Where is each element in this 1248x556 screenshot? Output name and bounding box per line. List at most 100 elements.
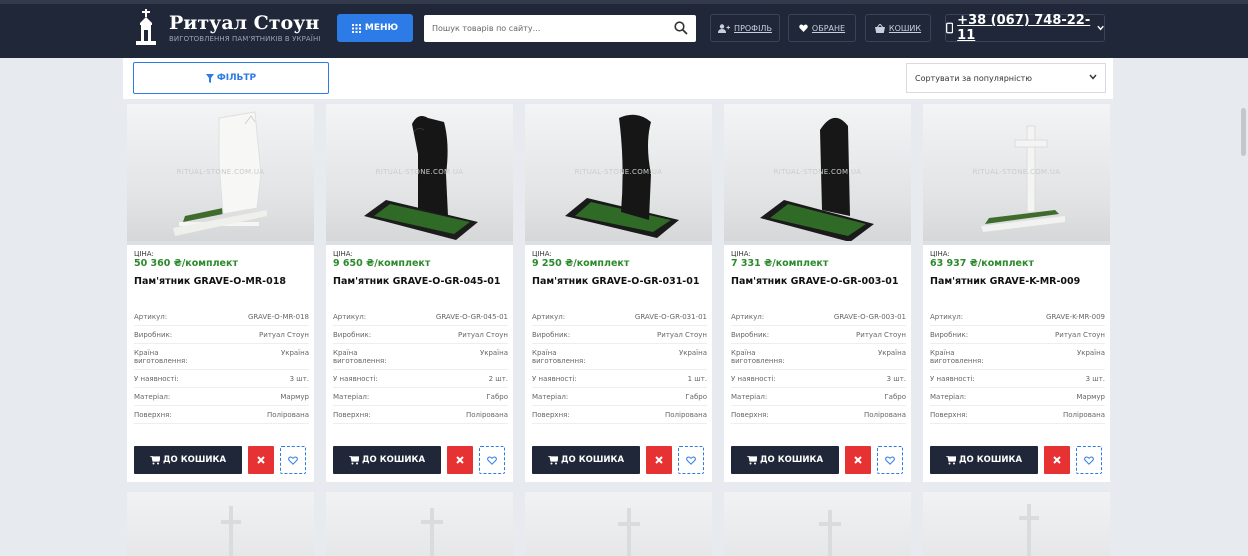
spec-key: Країна виготовлення:: [930, 349, 984, 365]
cross-monument-image: [221, 506, 241, 556]
add-to-cart-button[interactable]: ДО КОШИКА: [532, 446, 640, 474]
spec-key: У наявності:: [333, 375, 378, 383]
product-image[interactable]: RITUAL-STONE.COM.UA: [525, 104, 712, 241]
spec-row-article: Артикул: GRAVE-O-MR-018: [134, 308, 309, 326]
product-card[interactable]: RITUAL-STONE.COM.UA ЦІНА: 63 937 ₴/комплек…: [923, 104, 1110, 482]
add-to-favorites-button[interactable]: [1076, 446, 1102, 474]
product-card[interactable]: RITUAL-STONE.COM.UA ЦІНА: 7 331 ₴/комплект…: [724, 104, 911, 482]
watermark-text: RITUAL-STONE.COM.UA: [574, 168, 663, 176]
spec-key: Поверхня:: [333, 411, 371, 419]
spec-value: 3 шт.: [289, 375, 309, 383]
spec-value: Україна: [280, 349, 309, 357]
compare-button[interactable]: [447, 446, 473, 474]
product-card-partial[interactable]: [127, 492, 314, 556]
product-card-partial[interactable]: [326, 492, 513, 556]
spec-value: GRAVE-K-MR-009: [1046, 313, 1105, 321]
cross-monument-image: [819, 510, 841, 556]
product-title[interactable]: Пам'ятник GRAVE-O-GR-031-01: [532, 276, 699, 287]
product-image[interactable]: RITUAL-STONE.COM.UA: [326, 104, 513, 241]
spec-key: Поверхня:: [930, 411, 968, 419]
product-card[interactable]: RITUAL-STONE.COM.UA ЦІНА: 9 650 ₴/комплект…: [326, 104, 513, 482]
search-icon[interactable]: [674, 21, 688, 35]
spec-value: Мармур: [280, 393, 309, 401]
add-to-favorites-button[interactable]: [678, 446, 704, 474]
product-title[interactable]: Пам'ятник GRAVE-O-MR-018: [134, 276, 286, 287]
compare-button[interactable]: [646, 446, 672, 474]
filter-button[interactable]: ФІЛЬТР: [133, 62, 329, 94]
spec-row-article: Артикул: GRAVE-K-MR-009: [930, 308, 1105, 326]
favorites-link[interactable]: ОБРАНЕ: [788, 14, 856, 42]
compare-button[interactable]: [248, 446, 274, 474]
cart-link[interactable]: КОШИК: [865, 14, 931, 42]
product-title[interactable]: Пам'ятник GRAVE-K-MR-009: [930, 276, 1080, 287]
product-price: 9 250 ₴/комплект: [532, 258, 630, 269]
menu-button[interactable]: МЕНЮ: [337, 14, 413, 42]
spec-row-material: Матеріал: Мармур: [930, 388, 1105, 406]
phone-dropdown[interactable]: +38 (067) 748-22-11: [945, 13, 1105, 43]
spec-key: Виробник:: [134, 331, 173, 339]
scrollbar-thumb[interactable]: [1241, 108, 1246, 156]
cross-monument-image: [618, 508, 640, 556]
funnel-icon: [205, 73, 214, 83]
spec-row-material: Матеріал: Габро: [731, 388, 906, 406]
cart-icon: [149, 455, 160, 464]
add-to-cart-button[interactable]: ДО КОШИКА: [333, 446, 441, 474]
add-to-favorites-button[interactable]: [479, 446, 505, 474]
spec-row-manufacturer: Виробник: Ритуал Стоун: [333, 326, 508, 344]
product-specs: Артикул: GRAVE-O-GR-045-01 Виробник: Ритуал…: [333, 308, 508, 424]
spec-key: Матеріал:: [731, 393, 768, 401]
site-logo[interactable]: Ритуал Стоун ВИГОТОВЛЕННЯ ПАМ'ЯТНИКІВ В …: [133, 9, 321, 47]
spec-key: Країна виготовлення:: [532, 349, 586, 365]
product-image[interactable]: RITUAL-STONE.COM.UA: [923, 104, 1110, 241]
product-specs: Артикул: GRAVE-K-MR-009 Виробник: Ритуал Ст…: [930, 308, 1105, 424]
product-image[interactable]: RITUAL-STONE.COM.UA: [724, 104, 911, 241]
spec-value: Габро: [486, 393, 508, 401]
spec-value: Україна: [479, 349, 508, 357]
product-image[interactable]: RITUAL-STONE.COM.UA: [127, 104, 314, 241]
user-icon: [718, 23, 731, 33]
add-to-cart-label: ДО КОШИКА: [361, 455, 426, 465]
header-top-strip: [0, 0, 1248, 4]
page-scrollbar[interactable]: [1240, 100, 1248, 556]
product-card-partial[interactable]: [923, 492, 1110, 556]
spec-key: Поверхня:: [731, 411, 769, 419]
compare-button[interactable]: [1044, 446, 1070, 474]
profile-link[interactable]: ПРОФІЛЬ: [710, 14, 780, 42]
close-icon: [854, 456, 862, 464]
image-divider: [923, 241, 1110, 245]
search-input[interactable]: [424, 15, 668, 42]
add-to-cart-button[interactable]: ДО КОШИКА: [731, 446, 839, 474]
compare-button[interactable]: [845, 446, 871, 474]
product-card[interactable]: RITUAL-STONE.COM.UA ЦІНА: 50 360 ₴/комплек…: [127, 104, 314, 482]
price-label: ЦІНА:: [134, 250, 154, 258]
product-card[interactable]: RITUAL-STONE.COM.UA ЦІНА: 9 250 ₴/комплект…: [525, 104, 712, 482]
add-to-cart-label: ДО КОШИКА: [560, 455, 625, 465]
spec-value: Полірована: [864, 411, 906, 419]
spec-value: 3 шт.: [886, 375, 906, 383]
add-to-favorites-button[interactable]: [877, 446, 903, 474]
spec-row-surface: Поверхня: Полірована: [532, 406, 707, 424]
spec-value: Мармур: [1076, 393, 1105, 401]
heart-outline-icon: [288, 456, 298, 465]
spec-row-surface: Поверхня: Полірована: [731, 406, 906, 424]
product-card-partial[interactable]: [525, 492, 712, 556]
spec-key: Матеріал:: [532, 393, 569, 401]
product-card-partial[interactable]: [724, 492, 911, 556]
spec-key: Поверхня:: [134, 411, 172, 419]
spec-row-country: Країна виготовлення: Україна: [333, 344, 508, 370]
spec-key: У наявності:: [532, 375, 577, 383]
filter-label: ФІЛЬТР: [216, 73, 257, 83]
cart-icon: [348, 455, 359, 464]
product-title[interactable]: Пам'ятник GRAVE-O-GR-045-01: [333, 276, 500, 287]
spec-key: Артикул:: [532, 313, 566, 321]
spec-value: GRAVE-O-MR-018: [247, 313, 309, 321]
basket-icon: [874, 23, 885, 33]
add-to-cart-button[interactable]: ДО КОШИКА: [134, 446, 242, 474]
add-to-favorites-button[interactable]: [280, 446, 306, 474]
add-to-cart-button[interactable]: ДО КОШИКА: [930, 446, 1038, 474]
spec-row-stock: У наявності: 1 шт.: [532, 370, 707, 388]
sort-select[interactable]: Сортувати за популярністю: [906, 63, 1106, 93]
spec-value: 2 шт.: [488, 375, 508, 383]
product-title[interactable]: Пам'ятник GRAVE-O-GR-003-01: [731, 276, 898, 287]
logo-subtitle: ВИГОТОВЛЕННЯ ПАМ'ЯТНИКІВ В УКРАЇНІ: [169, 35, 321, 43]
